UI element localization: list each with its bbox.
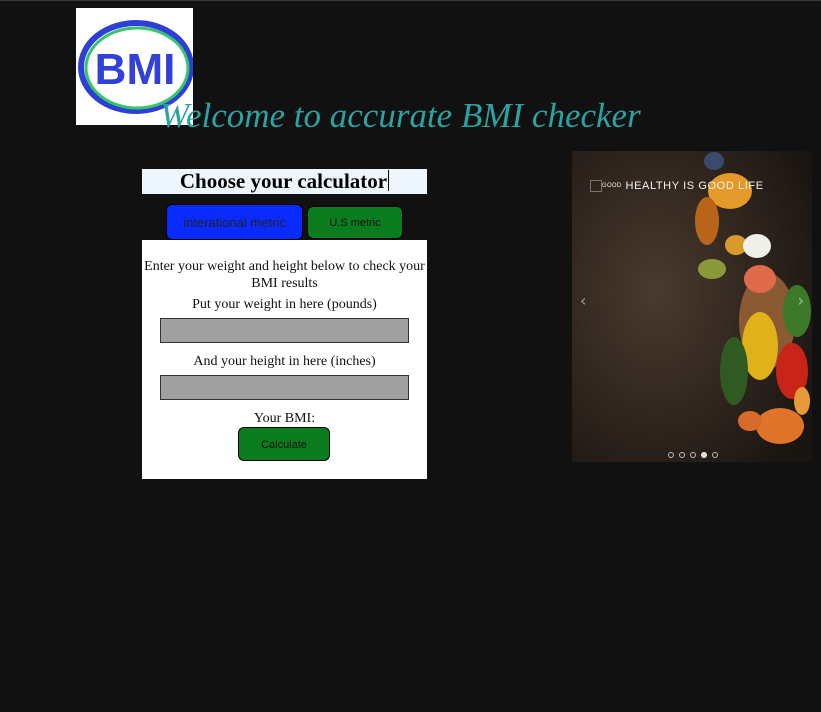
page-headline: Welcome to accurate BMI checker bbox=[160, 96, 641, 135]
caption-text: HEALTHY IS GOOD LIFE bbox=[625, 180, 764, 192]
carousel-dot[interactable] bbox=[712, 452, 718, 458]
calculator-panel: Enter your weight and height below to ch… bbox=[142, 240, 427, 479]
bmi-result-label: Your BMI: bbox=[253, 411, 316, 426]
chevron-left-icon[interactable]: ‹ bbox=[580, 293, 586, 309]
carousel-dot[interactable] bbox=[679, 452, 685, 458]
carousel-dot[interactable] bbox=[690, 452, 696, 458]
food-slide-image bbox=[572, 151, 812, 462]
carousel-indicators bbox=[668, 452, 718, 458]
international-metric-button[interactable]: interational metric bbox=[166, 204, 303, 240]
calculator-title: Choose your calculator bbox=[142, 169, 427, 194]
caption-small-text: GOOD bbox=[602, 183, 622, 189]
text-caret bbox=[388, 170, 390, 191]
us-metric-button[interactable]: U.S metric bbox=[307, 206, 403, 239]
caption-icon bbox=[590, 180, 602, 192]
image-carousel[interactable]: GOOD HEALTHY IS GOOD LIFE ‹ › bbox=[572, 151, 812, 462]
slide-caption: GOOD HEALTHY IS GOOD LIFE bbox=[602, 176, 764, 194]
calculate-button[interactable]: Calculate bbox=[238, 427, 330, 461]
height-input[interactable] bbox=[160, 375, 409, 400]
carousel-dot[interactable] bbox=[668, 452, 674, 458]
carousel-dot[interactable] bbox=[701, 452, 707, 458]
height-label: And your height in here (inches) bbox=[193, 354, 376, 369]
chevron-right-icon[interactable]: › bbox=[798, 293, 804, 309]
weight-label: Put your weight in here (pounds) bbox=[192, 297, 377, 312]
instructions-text: Enter your weight and height below to ch… bbox=[144, 259, 425, 291]
svg-text:BMI: BMI bbox=[95, 45, 176, 94]
top-border bbox=[0, 0, 821, 1]
weight-input[interactable] bbox=[160, 318, 409, 343]
